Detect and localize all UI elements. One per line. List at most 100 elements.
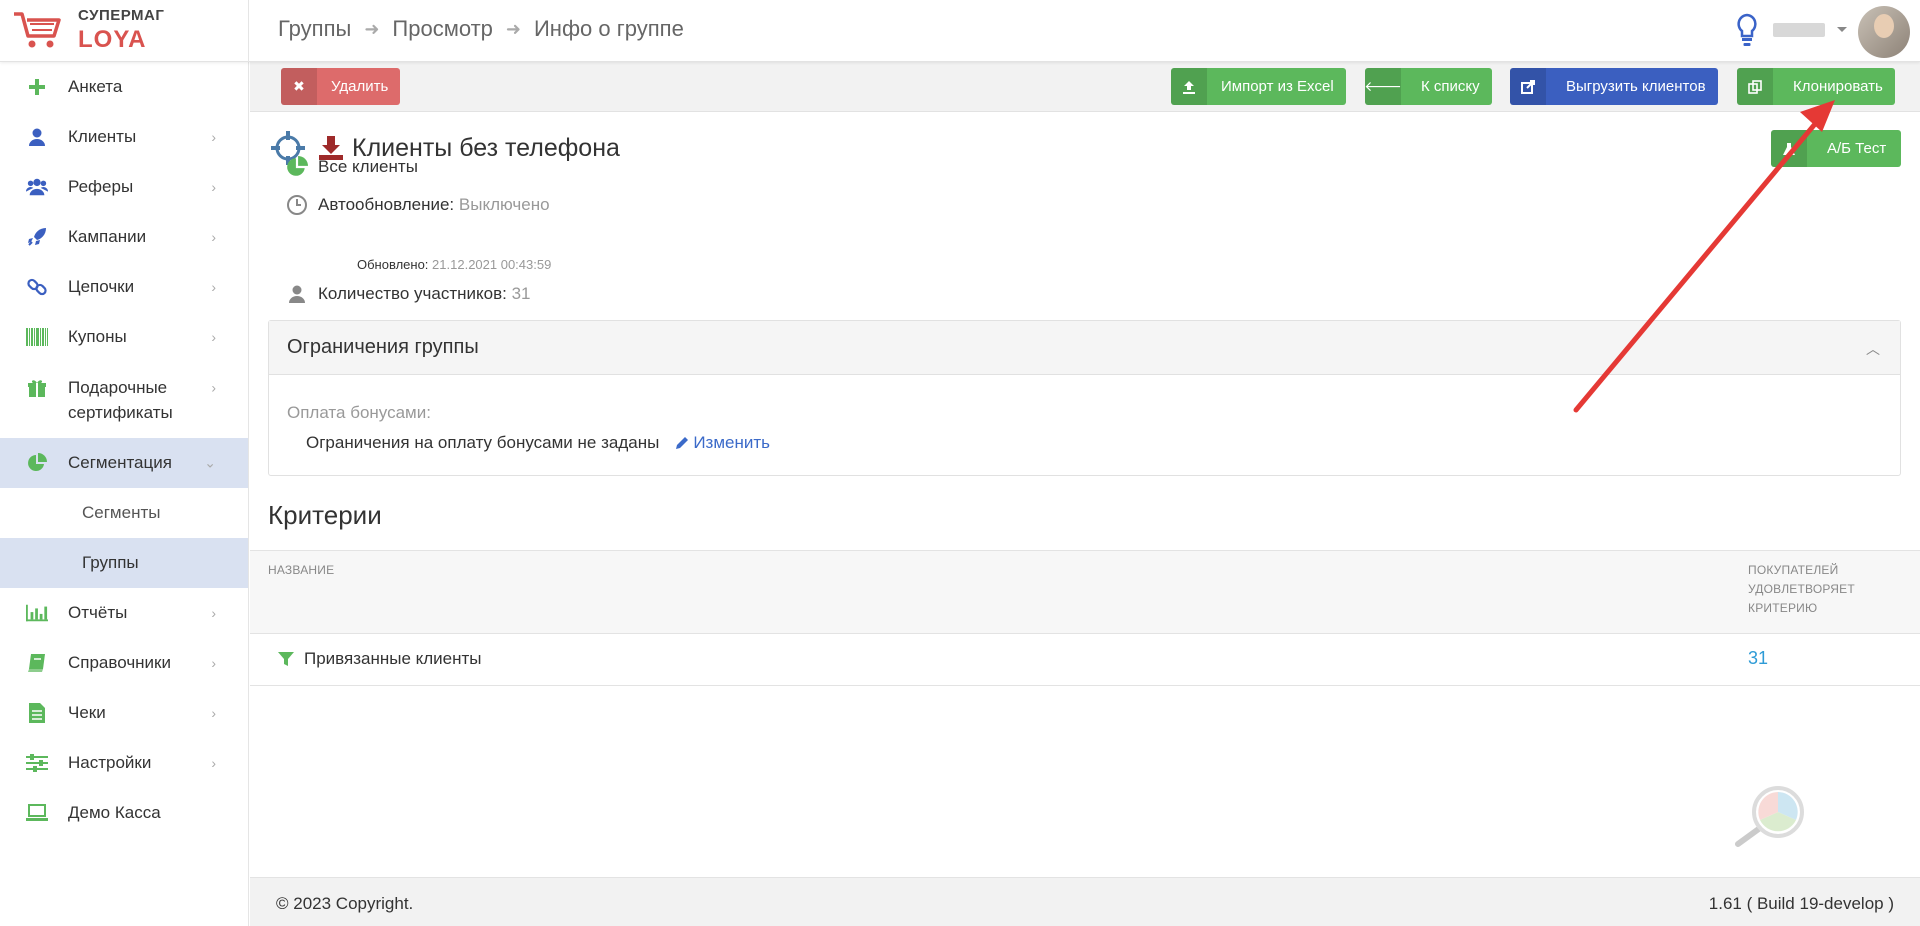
sliders-icon bbox=[26, 752, 48, 774]
table-row[interactable]: Привязанные клиенты 31 bbox=[250, 634, 1920, 686]
autoupdate-value: Выключено bbox=[458, 195, 550, 214]
pie-chart-icon bbox=[286, 156, 308, 178]
chevron-right-icon: › bbox=[211, 179, 216, 195]
sidebar-item-coupons[interactable]: Купоны › bbox=[0, 312, 248, 362]
filter-icon bbox=[278, 652, 294, 666]
import-excel-button[interactable]: Импорт из Excel bbox=[1171, 68, 1346, 105]
sidebar-item-label: Настройки bbox=[68, 753, 152, 772]
chevron-right-icon: › bbox=[211, 755, 216, 771]
sidebar-item-receipts[interactable]: Чеки › bbox=[0, 688, 248, 738]
import-excel-button-label: Импорт из Excel bbox=[1221, 78, 1334, 95]
user-icon bbox=[26, 126, 48, 148]
breadcrumb-item-view[interactable]: Просмотр bbox=[392, 16, 492, 42]
export-clients-button-label: Выгрузить клиентов bbox=[1566, 78, 1706, 95]
restrictions-panel-header[interactable]: Ограничения группы ︿ bbox=[269, 321, 1900, 375]
sidebar-item-segmentation[interactable]: Сегментация ⌄ bbox=[0, 438, 248, 488]
chevron-right-icon: › bbox=[211, 605, 216, 621]
all-clients-text: Все клиенты bbox=[318, 157, 418, 176]
bar-chart-icon bbox=[26, 602, 48, 624]
sidebar-item-demo-pos[interactable]: Демо Касса bbox=[0, 788, 248, 838]
autoupdate-label: Автообновление: bbox=[318, 195, 455, 214]
members-label: Количество участников: bbox=[318, 284, 507, 303]
criterion-name-cell: Привязанные клиенты bbox=[278, 649, 482, 669]
sidebar-item-label: Клиенты bbox=[68, 127, 137, 146]
criterion-name: Привязанные клиенты bbox=[304, 649, 482, 668]
criteria-table-header: НАЗВАНИЕ ПОКУПАТЕЛЕЙ УДОВЛЕТВОРЯЕТ КРИТЕ… bbox=[250, 550, 1920, 634]
export-clients-button[interactable]: Выгрузить клиентов bbox=[1510, 68, 1718, 105]
breadcrumb-item-groups[interactable]: Группы bbox=[278, 16, 351, 42]
avatar[interactable] bbox=[1858, 6, 1910, 58]
criteria-title: Критерии bbox=[268, 500, 382, 530]
sidebar-item-clients[interactable]: Клиенты › bbox=[0, 112, 248, 162]
edit-restrictions-link[interactable]: Изменить bbox=[675, 433, 770, 453]
sidebar-item-referrers[interactable]: Реферы › bbox=[0, 162, 248, 212]
breadcrumb-item-info: Инфо о группе bbox=[533, 16, 684, 41]
sidebar-item-chains[interactable]: Цепочки › bbox=[0, 262, 248, 312]
to-list-button[interactable]: 🡐 К списку bbox=[1364, 68, 1492, 105]
footer-version: 1.61 ( Build 19-develop ) bbox=[1708, 894, 1894, 913]
delete-button[interactable]: ✖ Удалить bbox=[281, 68, 401, 105]
updated-value: 21.12.2021 00:43:59 bbox=[432, 257, 552, 272]
chevron-right-icon: › bbox=[211, 129, 216, 145]
restrictions-title: Ограничения группы bbox=[287, 336, 479, 358]
brand-product: LOYA bbox=[78, 26, 147, 53]
sidebar-item-label: Подарочные сертификаты bbox=[68, 375, 173, 425]
sidebar-item-directories[interactable]: Справочники › bbox=[0, 638, 248, 688]
autoupdate-row: Автообновление: Выключено bbox=[286, 194, 550, 216]
arrow-right-icon: ➜ bbox=[505, 18, 521, 39]
sidebar-item-label: Группы bbox=[82, 553, 139, 572]
plus-icon bbox=[26, 76, 48, 98]
magnifier-pie-icon bbox=[1735, 786, 1804, 847]
logo[interactable]: СУПЕРМАГ LOYA bbox=[0, 0, 249, 62]
sidebar-item-campaigns[interactable]: Кампании › bbox=[0, 212, 248, 262]
chevron-right-icon: › bbox=[211, 329, 216, 345]
sidebar-item-label: Реферы bbox=[68, 177, 134, 196]
lightbulb-icon[interactable] bbox=[1736, 13, 1758, 47]
receipt-icon bbox=[26, 702, 48, 724]
edit-restrictions-label: Изменить bbox=[693, 433, 771, 452]
sidebar-item-segments[interactable]: Сегменты bbox=[0, 488, 248, 538]
sidebar-item-label: Кампании bbox=[68, 227, 147, 246]
sidebar-item-gift-certificates[interactable]: Подарочные сертификаты › bbox=[0, 362, 248, 438]
sidebar-item-settings[interactable]: Настройки › bbox=[0, 738, 248, 788]
criterion-count-link[interactable]: 31 bbox=[1748, 648, 1768, 669]
members-row: Количество участников: 31 bbox=[286, 283, 531, 305]
book-icon bbox=[26, 652, 48, 674]
gift-icon bbox=[26, 377, 48, 399]
clone-button[interactable]: Клонировать bbox=[1737, 68, 1895, 105]
col-header-count-line3: КРИТЕРИЮ bbox=[1748, 601, 1818, 615]
sidebar-item-label: Сегментация bbox=[68, 453, 172, 472]
pie-chart-icon bbox=[26, 452, 48, 474]
footer: © 2023 Copyright. 1.61 ( Build 19-develo… bbox=[250, 877, 1920, 926]
sidebar-item-label: Купоны bbox=[68, 327, 127, 346]
chevron-down-icon: ⌄ bbox=[204, 454, 216, 471]
toolbar: ✖ Удалить Импорт из Excel 🡐 К списку Выг… bbox=[250, 62, 1920, 112]
ab-test-button-label: А/Б Тест bbox=[1827, 140, 1887, 157]
criteria-table: НАЗВАНИЕ ПОКУПАТЕЛЕЙ УДОВЛЕТВОРЯЕТ КРИТЕ… bbox=[250, 550, 1920, 686]
updated-label: Обновлено: bbox=[357, 257, 429, 272]
sidebar-item-groups[interactable]: Группы bbox=[0, 538, 248, 588]
rocket-icon bbox=[26, 226, 48, 248]
col-header-count-line2: УДОВЛЕТВОРЯЕТ bbox=[1748, 582, 1855, 596]
ab-test-button[interactable]: А/Б Тест bbox=[1771, 130, 1901, 167]
chevron-down-icon[interactable] bbox=[1837, 27, 1847, 32]
chevron-up-icon[interactable]: ︿ bbox=[1866, 339, 1880, 359]
pencil-icon bbox=[676, 437, 689, 449]
top-header: СУПЕРМАГ LOYA Группы ➜ Просмотр ➜ Инфо о… bbox=[0, 0, 1920, 62]
pay-bonus-value: Ограничения на оплату бонусами не заданы bbox=[306, 433, 660, 452]
pay-bonus-row: Ограничения на оплату бонусами не заданы… bbox=[306, 433, 770, 453]
username-blurred[interactable] bbox=[1773, 23, 1825, 37]
user-icon bbox=[286, 283, 308, 305]
members-value: 31 bbox=[511, 284, 531, 303]
arrow-right-icon: ➜ bbox=[364, 18, 380, 39]
clock-icon bbox=[286, 194, 308, 216]
updated-row: Обновлено: 21.12.2021 00:43:59 bbox=[357, 257, 551, 272]
sidebar-item-reports[interactable]: Отчёты › bbox=[0, 588, 248, 638]
chevron-right-icon: › bbox=[211, 279, 216, 295]
chevron-right-icon: › bbox=[211, 705, 216, 721]
pay-bonus-label: Оплата бонусами: bbox=[287, 403, 431, 422]
restrictions-panel: Ограничения группы ︿ Оплата бонусами: Ог… bbox=[268, 320, 1901, 476]
sidebar-item-survey[interactable]: Анкета bbox=[0, 62, 248, 112]
close-icon: ✖ bbox=[281, 68, 317, 105]
sidebar-item-label: Анкета bbox=[68, 77, 123, 96]
